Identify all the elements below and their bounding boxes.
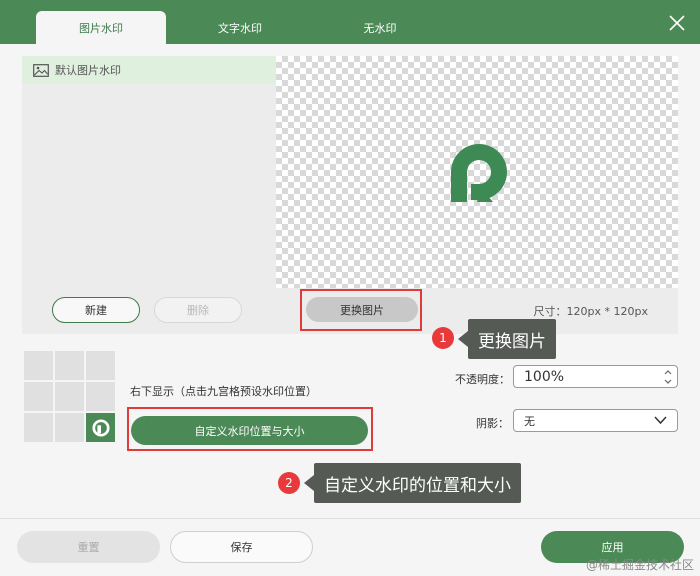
position-description: 右下显示（点击九宫格预设水印位置） — [130, 385, 317, 398]
grid-cell-top-right[interactable] — [86, 351, 115, 380]
new-watermark-button[interactable]: 新建 — [52, 297, 140, 323]
tab-text-watermark[interactable]: 文字水印 — [175, 11, 305, 44]
reset-button[interactable]: 重置 — [17, 531, 160, 563]
footer-divider — [0, 518, 700, 519]
shadow-select[interactable]: 无 — [513, 409, 678, 432]
grid-cell-top-center[interactable] — [55, 351, 84, 380]
close-icon[interactable] — [668, 14, 686, 32]
delete-watermark-button[interactable]: 删除 — [154, 297, 242, 323]
watermark-logo-icon — [91, 418, 110, 437]
source-watermark: @稀土掘金技术社区 — [585, 558, 694, 572]
save-button[interactable]: 保存 — [170, 531, 313, 563]
grid-cell-middle-right[interactable] — [86, 382, 115, 411]
grid-cell-middle-left[interactable] — [24, 382, 53, 411]
watermark-preview — [276, 56, 678, 288]
shadow-value: 无 — [524, 414, 535, 428]
grid-cell-top-left[interactable] — [24, 351, 53, 380]
grid-cell-bottom-right[interactable] — [86, 413, 115, 442]
position-grid — [24, 351, 116, 443]
annotation-callout-2: 自定义水印的位置和大小 — [304, 463, 521, 503]
header-bar: 图片水印 文字水印 无水印 — [0, 0, 700, 44]
annotation-badge-1: 1 — [432, 327, 454, 349]
image-icon — [33, 63, 49, 77]
annotation-callout-1: 更换图片 — [458, 319, 556, 359]
image-size-label: 尺寸：120px * 120px — [533, 305, 648, 318]
opacity-label: 不透明度： — [455, 373, 510, 386]
annotation-badge-2: 2 — [278, 472, 300, 494]
tab-no-watermark[interactable]: 无水印 — [315, 11, 445, 44]
list-item-label: 默认图片水印 — [55, 64, 121, 77]
custom-position-button[interactable]: 自定义水印位置与大小 — [131, 416, 368, 445]
chevron-down-icon — [654, 416, 667, 425]
highlight-change-image — [300, 289, 422, 331]
grid-cell-bottom-center[interactable] — [55, 413, 84, 442]
shadow-label: 阴影： — [476, 417, 509, 430]
grid-cell-center[interactable] — [55, 382, 84, 411]
stepper-arrows-icon[interactable] — [663, 368, 673, 386]
watermark-logo-icon — [451, 144, 507, 202]
grid-cell-bottom-left[interactable] — [24, 413, 53, 442]
watermark-list-panel: 默认图片水印 新建 删除 — [22, 56, 276, 334]
list-item[interactable]: 默认图片水印 — [22, 56, 276, 84]
opacity-value: 100% — [524, 368, 565, 385]
tab-image-watermark[interactable]: 图片水印 — [36, 11, 166, 44]
opacity-stepper[interactable]: 100% — [513, 365, 678, 388]
